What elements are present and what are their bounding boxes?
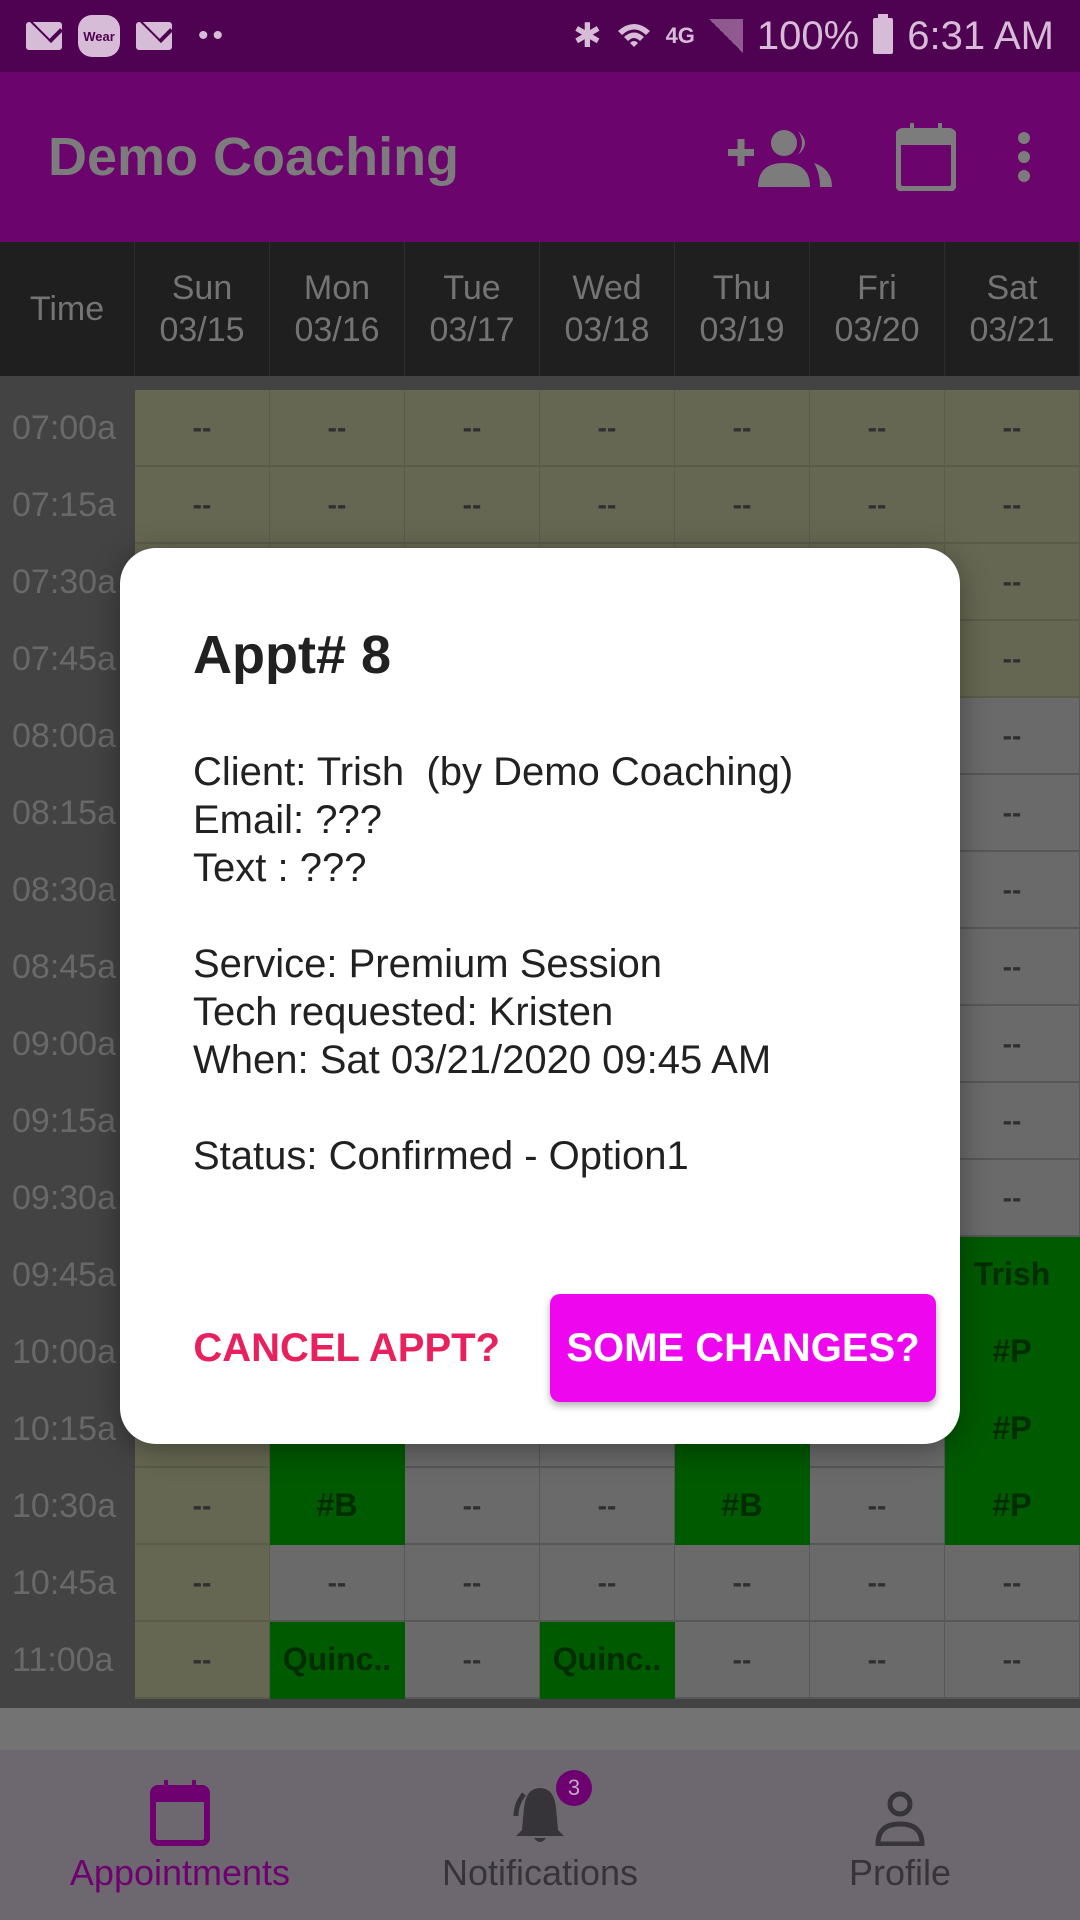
network-type-label: 4G: [665, 23, 695, 48]
day-header[interactable]: Sun 03/15: [135, 242, 270, 376]
day-headers: Sun 03/15 Mon 03/16 Tue 03/17 Wed 03/18 Thu 03/19…: [135, 242, 1080, 376]
nav-appointments[interactable]: Appointments: [0, 1750, 360, 1920]
nav-notifications-label: Notifications: [441, 1852, 639, 1893]
when-line: When: Sat 03/21/2020 09:45 AM: [193, 1038, 772, 1082]
nav-profile-label: Profile: [848, 1852, 952, 1893]
bluetooth-icon: ✱: [573, 17, 602, 55]
notification-badge: 3: [556, 1770, 592, 1806]
day-date: 03/16: [294, 311, 380, 349]
person-icon: [875, 1791, 925, 1846]
screen: Wear •• ✱ 4G 100% 6:31 AM Demo Coaching: [0, 0, 1080, 1920]
text-line: Text : ???: [193, 846, 367, 890]
app-title: Demo Coaching: [48, 127, 460, 187]
day-date: 03/21: [969, 311, 1055, 349]
day-header[interactable]: Fri 03/20: [810, 242, 945, 376]
cancel-appt-button[interactable]: CANCEL APPT?: [183, 1306, 510, 1391]
day-header[interactable]: Sat 03/21: [945, 242, 1080, 376]
calendar-icon: [896, 123, 956, 191]
battery-icon: [873, 14, 894, 54]
signal-icon: [708, 19, 743, 53]
appointment-dialog: Appt# 8 Client: Trish (by Demo Coaching)…: [120, 548, 960, 1444]
add-client-button[interactable]: [728, 127, 836, 187]
bottom-spacer: [0, 1708, 1080, 1750]
wifi-icon: [617, 24, 650, 47]
day-name: Fri: [857, 269, 897, 307]
schedule-header: Time Sun 03/15 Mon 03/16 Tue 03/17 Wed 03/18 Thu…: [0, 242, 1080, 376]
app-bar-actions: [728, 123, 1032, 191]
day-header[interactable]: Wed 03/18: [540, 242, 675, 376]
day-date: 03/15: [159, 311, 245, 349]
app-bar: Demo Coaching: [0, 72, 1080, 242]
calendar-icon: [150, 1780, 210, 1846]
overflow-menu-button[interactable]: [1016, 132, 1032, 182]
system-icons: ✱ 4G 100% 6:31 AM: [573, 14, 1054, 59]
some-changes-button[interactable]: SOME CHANGES?: [550, 1294, 936, 1402]
day-name: Sat: [986, 269, 1038, 307]
nav-profile[interactable]: Profile: [720, 1750, 1080, 1920]
bottom-navigation: Appointments 3 Notifications Profile: [0, 1750, 1080, 1920]
more-dots-icon: ••: [198, 19, 228, 52]
day-name: Mon: [303, 269, 371, 307]
dialog-actions: CANCEL APPT? SOME CHANGES?: [120, 1294, 960, 1402]
time-column-header: Time: [0, 242, 135, 376]
day-header[interactable]: Tue 03/17: [405, 242, 540, 376]
status-line: Status: Confirmed - Option1: [193, 1134, 689, 1178]
status-bar: Wear •• ✱ 4G 100% 6:31 AM: [0, 0, 1080, 72]
calendar-button[interactable]: [896, 123, 956, 191]
day-date: 03/20: [834, 311, 920, 349]
notification-icons: Wear ••: [26, 15, 573, 57]
service-line: Service: Premium Session: [193, 942, 663, 986]
nav-appointments-label: Appointments: [69, 1852, 291, 1893]
nav-notifications[interactable]: 3 Notifications: [360, 1750, 720, 1920]
client-line: Client: Trish (by Demo Coaching): [193, 750, 794, 794]
day-date: 03/19: [699, 311, 785, 349]
mail-icon: [136, 22, 172, 50]
overflow-menu-icon: [1018, 132, 1030, 182]
email-line: Email: ???: [193, 798, 382, 842]
add-client-icon: [728, 130, 832, 187]
wear-icon: Wear: [78, 15, 120, 57]
day-header[interactable]: Mon 03/16: [270, 242, 405, 376]
day-name: Tue: [443, 269, 501, 307]
day-date: 03/18: [564, 311, 650, 349]
dialog-title: Appt# 8: [193, 625, 392, 685]
day-name: Thu: [712, 269, 772, 307]
clock: 6:31 AM: [907, 13, 1054, 58]
day-name: Wed: [572, 269, 642, 307]
tech-line: Tech requested: Kristen: [193, 990, 614, 1034]
mail-icon: [26, 22, 62, 50]
day-name: Sun: [171, 269, 233, 307]
day-header[interactable]: Thu 03/19: [675, 242, 810, 376]
battery-percent: 100%: [756, 13, 860, 58]
day-date: 03/17: [429, 311, 515, 349]
